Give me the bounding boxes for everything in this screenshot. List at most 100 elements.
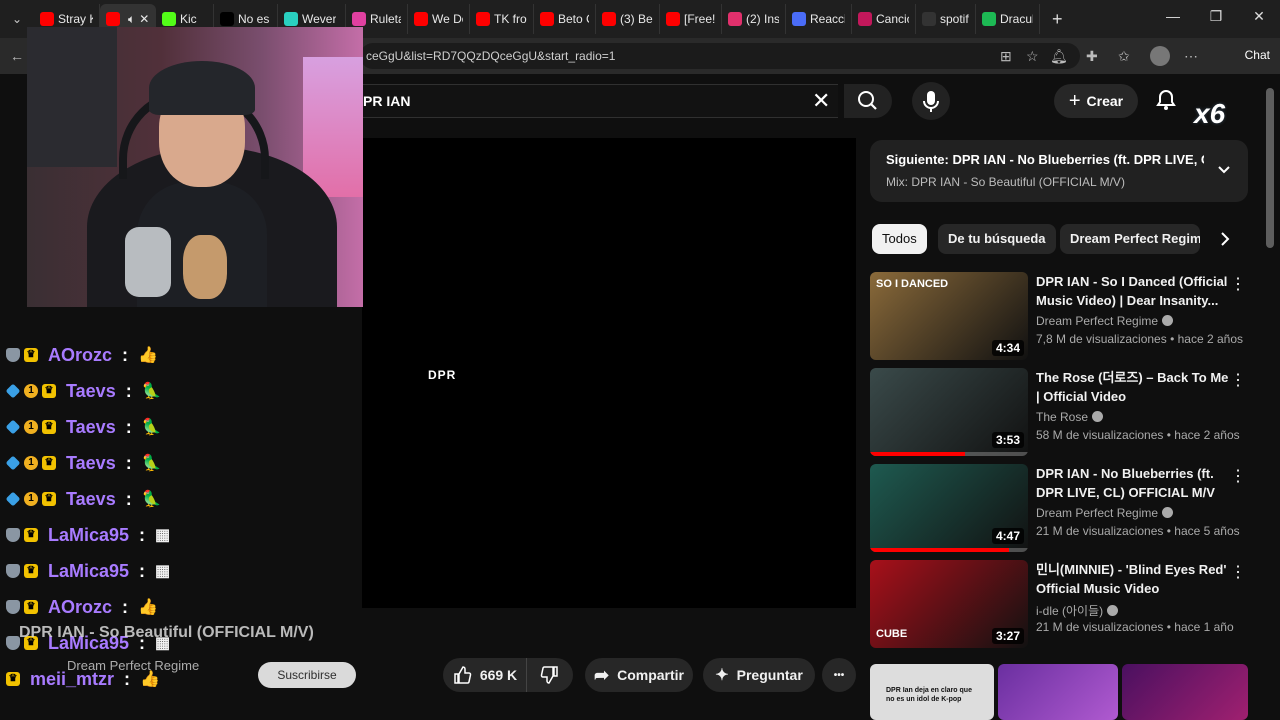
more-actions-button[interactable]: ••• xyxy=(822,658,856,692)
shield-badge-icon xyxy=(6,528,20,542)
browser-tab[interactable]: [Free! xyxy=(660,4,722,34)
video-channel[interactable]: The Rose xyxy=(1036,410,1104,424)
more-options-icon[interactable]: ⋮ xyxy=(1230,274,1246,294)
favorites-icon[interactable]: ✩ xyxy=(1118,48,1130,65)
chat-username[interactable]: Taevs xyxy=(66,453,116,474)
share-button[interactable]: ➦ Compartir xyxy=(585,658,693,692)
page-scrollbar[interactable] xyxy=(1266,88,1274,248)
chat-username[interactable]: Taevs xyxy=(66,417,116,438)
recommended-video[interactable]: SO I DANCED 4:34 DPR IAN - So I Danced (Of… xyxy=(870,272,1250,360)
video-title[interactable]: 민니(MINNIE) - 'Blind Eyes Red' Official M… xyxy=(1036,560,1232,598)
youtube-search-input[interactable]: PR IAN xyxy=(362,84,838,118)
channel-name[interactable]: Dream Perfect Regime xyxy=(67,658,199,673)
chip-from-search[interactable]: De tu búsqueda xyxy=(938,224,1056,254)
video-duration: 3:53 xyxy=(991,432,1024,448)
up-next-title: Siguiente: DPR IAN - No Blueberries (ft.… xyxy=(886,152,1204,167)
url-field[interactable]: ceGgU&list=RD7QQzDQceGgU&start_radio=1 xyxy=(360,43,1080,69)
copilot-chat-button[interactable]: Chat xyxy=(1245,48,1270,62)
browser-tab[interactable]: We Do xyxy=(408,4,470,34)
tab-label: Beto C xyxy=(558,12,589,26)
browser-tab[interactable]: Reacci xyxy=(786,4,852,34)
search-button[interactable] xyxy=(844,84,892,118)
profile-avatar[interactable] xyxy=(1150,46,1170,66)
chat-username[interactable]: Taevs xyxy=(66,381,116,402)
video-channel[interactable]: Dream Perfect Regime xyxy=(1036,506,1174,520)
video-channel[interactable]: i-dle (아이들) xyxy=(1036,602,1119,619)
create-label: Crear xyxy=(1086,93,1124,109)
chat-username[interactable]: Taevs xyxy=(66,489,116,510)
bottom-thumbnail[interactable] xyxy=(998,664,1118,720)
browser-tab[interactable]: TK fror xyxy=(470,4,534,34)
tab-search-chevron-icon[interactable]: ⌄ xyxy=(0,12,34,26)
create-button[interactable]: + Crear xyxy=(1054,84,1138,118)
browser-tab[interactable]: Dracul xyxy=(976,4,1040,34)
share-label: Compartir xyxy=(617,667,684,683)
browser-tab[interactable]: Beto C xyxy=(534,4,596,34)
browser-tab[interactable]: (3) Beg xyxy=(596,4,660,34)
chat-emote: 🦜 xyxy=(141,491,162,508)
chat-message: 1 ♛ Taevs: 🦜 xyxy=(5,445,162,481)
voice-search-button[interactable] xyxy=(912,82,950,120)
close-window-icon[interactable]: ✕ xyxy=(1249,8,1269,25)
video-title[interactable]: DPR IAN - No Blueberries (ft. DPR LIVE, … xyxy=(1036,464,1232,502)
video-thumbnail[interactable]: 4:47 xyxy=(870,464,1028,552)
restore-icon[interactable]: ❐ xyxy=(1206,8,1226,25)
tab-label: No es c xyxy=(238,12,271,26)
video-title[interactable]: DPR IAN - So I Danced (Official Music Vi… xyxy=(1036,272,1232,310)
video-meta: 58 M de visualizaciones • hace 2 años xyxy=(1036,428,1240,442)
more-options-icon[interactable]: ⋮ xyxy=(1230,562,1246,582)
verified-check-icon xyxy=(1162,315,1174,326)
new-tab-button[interactable]: + xyxy=(1052,9,1063,30)
video-channel[interactable]: Dream Perfect Regime xyxy=(1036,314,1174,328)
recommended-video[interactable]: CUBE 3:27 민니(MINNIE) - 'Blind Eyes Red' Of… xyxy=(870,560,1250,648)
like-button[interactable]: 669 K xyxy=(443,658,527,692)
more-options-icon[interactable]: ⋮ xyxy=(1230,370,1246,390)
tab-close-icon[interactable]: ✕ xyxy=(139,12,149,26)
chip-channel[interactable]: Dream Perfect Regime xyxy=(1060,224,1200,254)
webcam-light xyxy=(303,57,363,197)
video-duration: 4:34 xyxy=(991,340,1024,356)
chip-all[interactable]: Todos xyxy=(872,224,927,254)
notifications-button[interactable] xyxy=(1154,88,1178,117)
video-thumbnail[interactable]: 3:53 xyxy=(870,368,1028,456)
chevron-right-icon[interactable] xyxy=(1216,230,1234,248)
recommended-video[interactable]: 3:53 The Rose (더로즈) – Back To Me | Offici… xyxy=(870,368,1250,456)
menu-dots-icon[interactable]: ⋯ xyxy=(1184,48,1198,65)
browser-tab[interactable]: (2) Inst xyxy=(722,4,786,34)
ask-button[interactable]: ✦ Preguntar xyxy=(703,658,815,692)
video-thumbnail[interactable]: CUBE 3:27 xyxy=(870,560,1028,648)
tab-favicon-icon xyxy=(792,12,806,26)
back-arrow-icon[interactable]: ← xyxy=(10,48,24,64)
recommended-video[interactable]: 4:47 DPR IAN - No Blueberries (ft. DPR LI… xyxy=(870,464,1250,552)
subscribe-button[interactable]: Suscribirse xyxy=(258,662,356,688)
bottom-thumbnail[interactable]: DPR Ian deja en claro que no es un idol … xyxy=(870,664,994,720)
chat-message: 1 ♛ Taevs: 🦜 xyxy=(5,481,162,517)
tab-mute-icon[interactable]: 🔈︎ xyxy=(128,12,135,27)
chat-username[interactable]: AOrozc xyxy=(48,345,112,366)
minimize-icon[interactable]: — xyxy=(1163,8,1183,24)
video-meta: 21 M de visualizaciones • hace 5 años xyxy=(1036,524,1240,538)
more-options-icon[interactable]: ⋮ xyxy=(1230,466,1246,486)
browser-tab[interactable]: Cancio xyxy=(852,4,916,34)
browser-tab[interactable]: spotify xyxy=(916,4,976,34)
chat-username[interactable]: LaMica95 xyxy=(48,561,129,582)
install-app-icon[interactable]: ⊞ xyxy=(1000,48,1012,65)
crown-badge-icon: ♛ xyxy=(42,420,56,434)
bottom-thumbnail[interactable] xyxy=(1122,664,1248,720)
video-thumbnail[interactable]: SO I DANCED 4:34 xyxy=(870,272,1028,360)
bookmark-star-icon[interactable]: ☆ xyxy=(1026,48,1039,65)
tab-label: Kic xyxy=(180,12,197,26)
extension-icon[interactable]: ✚ xyxy=(1086,48,1098,65)
notification-icon[interactable]: 🔔︎ xyxy=(1050,48,1068,65)
chat-username[interactable]: AOrozc xyxy=(48,597,112,618)
video-title[interactable]: The Rose (더로즈) – Back To Me | Official V… xyxy=(1036,368,1232,406)
dislike-button[interactable] xyxy=(527,658,573,692)
clear-search-icon[interactable]: ✕ xyxy=(812,88,830,114)
more-dots-icon: ••• xyxy=(833,669,845,681)
shield-badge-icon xyxy=(6,564,20,578)
video-player[interactable]: DPR xyxy=(362,138,856,608)
up-next-panel[interactable]: Siguiente: DPR IAN - No Blueberries (ft.… xyxy=(870,140,1248,202)
tab-favicon-icon xyxy=(162,12,176,26)
chevron-down-icon[interactable] xyxy=(1216,162,1232,178)
chat-username[interactable]: LaMica95 xyxy=(48,525,129,546)
